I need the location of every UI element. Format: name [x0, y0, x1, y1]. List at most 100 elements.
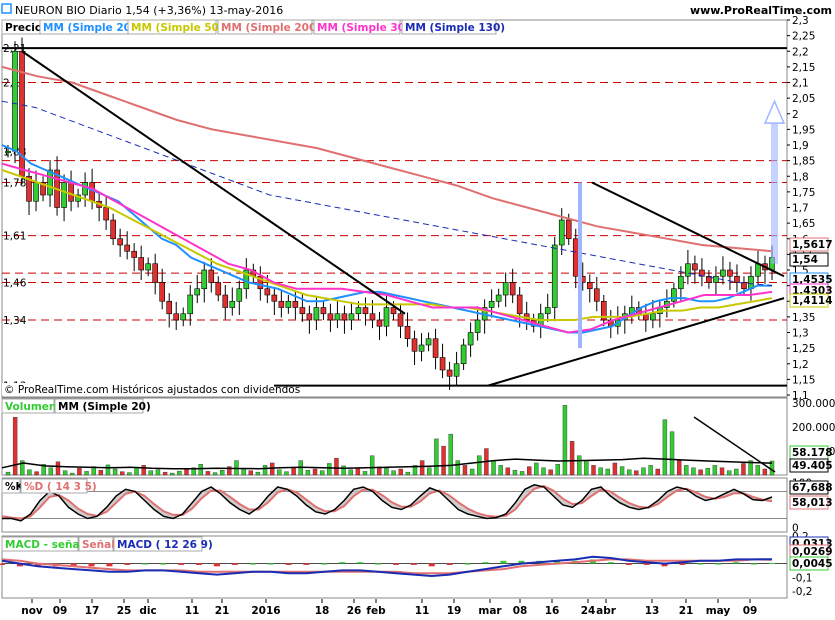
volume-bar: [734, 468, 739, 476]
candle-body: [180, 313, 187, 321]
volume-bar: [198, 463, 203, 476]
volume-bar: [548, 469, 553, 476]
volume-bar: [55, 461, 61, 476]
x-tick-label: dic: [139, 605, 156, 617]
volume-bar: [48, 467, 54, 476]
legend-entry: MACD - señal: [5, 539, 83, 551]
macd-hist-bar: [303, 563, 310, 565]
volume-bar: [162, 471, 168, 476]
macd-hist-bar: [446, 563, 453, 565]
volume-bar: [512, 469, 518, 476]
macd-hist-bar: [231, 563, 238, 565]
macd-hist-bar: [715, 563, 722, 565]
volume-bar: [762, 468, 768, 476]
volume-bar: [398, 468, 403, 476]
volume-bar: [626, 469, 632, 476]
macd-hist-bar: [124, 563, 131, 565]
price-tick-label: 1,65: [792, 218, 815, 230]
chart-canvas: NEURON BIO Diario 1,54 (+3,36%) 13-may-2…: [0, 3, 835, 617]
legend-entry: MACD ( 12 26 9): [117, 539, 213, 551]
macd-hist-bar: [410, 563, 417, 565]
price-tick-label: 1,75: [792, 187, 815, 199]
candle-body: [390, 307, 397, 315]
volume-bar: [755, 465, 760, 476]
macd-hist-bar: [195, 563, 202, 565]
volume-bar: [519, 471, 525, 476]
menu-icon[interactable]: [1, 3, 12, 14]
macd-hist-bar: [106, 563, 113, 567]
candle-body: [755, 263, 761, 277]
volume-bar: [498, 465, 503, 476]
candle-body: [439, 357, 446, 371]
candle-body: [271, 294, 278, 302]
candle-body: [453, 363, 460, 377]
volume-bar: [5, 471, 11, 476]
volume-bar: [441, 445, 446, 476]
price-tick-label: 1,25: [792, 343, 815, 355]
x-tick-label: 08: [513, 605, 528, 617]
candle-body: [713, 275, 719, 283]
volume-bar: [726, 470, 732, 476]
candle-body: [650, 313, 656, 321]
legend-entry: Señal: [82, 539, 115, 551]
volume-bar: [112, 468, 118, 476]
volume-bar: [84, 471, 89, 476]
x-tick-label: 24: [581, 605, 596, 617]
candle-body: [12, 50, 18, 152]
x-tick-label: 09: [743, 605, 758, 617]
volume-bar: [619, 466, 625, 476]
volume-bar: [562, 405, 568, 476]
volume-bar: [120, 471, 125, 476]
volume-bar: [248, 470, 253, 476]
macd-hist-bar: [751, 563, 758, 565]
volume-bar: [355, 467, 361, 476]
price-panel: 2,212,11,881,781,611,461,341,132,32,252,…: [1, 15, 833, 402]
volume-bar: [155, 469, 161, 476]
value-tag: 49.405: [792, 460, 833, 472]
x-tick-label: 25: [117, 605, 132, 617]
price-tick-label: 2,2: [792, 46, 809, 58]
projection-arrow-head: [763, 99, 786, 124]
volume-bar: [27, 469, 32, 476]
volume-bar: [291, 467, 296, 476]
candle-body: [488, 300, 495, 308]
value-tag: 58.178: [792, 447, 833, 459]
series-line-volume-ma20: [1, 457, 773, 470]
volume-bar: [534, 462, 539, 476]
candle-body: [727, 269, 733, 277]
volume-bar: [691, 467, 696, 476]
series-line-ma30: [1, 162, 773, 334]
macd-hist-bar: [464, 563, 471, 565]
candle-body: [425, 338, 432, 346]
volume-bar: [341, 465, 346, 476]
projection-arrow-body: [771, 123, 778, 264]
legend-entry: MM (Simple 200): [221, 22, 321, 34]
candle-body: [229, 300, 236, 308]
price-tick-label: 1,85: [792, 156, 815, 168]
candle-body: [362, 307, 369, 315]
volume-bar: [384, 468, 389, 476]
volume-bar: [98, 469, 104, 476]
candle-body: [418, 344, 425, 352]
candle-body: [194, 288, 201, 296]
volume-bar: [391, 470, 396, 476]
x-tick-label: 13: [645, 605, 660, 617]
candle-body: [446, 369, 453, 377]
candle-body: [544, 307, 551, 315]
volume-bar: [648, 465, 653, 476]
macd-hist-bar: [267, 563, 274, 565]
volume-bar: [434, 438, 439, 476]
value-tag: 1,5617: [792, 239, 833, 251]
value-tag: 1,4114: [792, 295, 833, 307]
price-tick-label: 1,2: [792, 359, 809, 371]
candle-body: [565, 219, 572, 240]
volume-bar: [277, 469, 282, 476]
candle-body: [166, 300, 173, 315]
volume-bar: [455, 460, 461, 476]
macd-hist-bar: [733, 562, 740, 564]
candle-body: [404, 325, 411, 340]
macd-hist-bar: [142, 563, 149, 565]
volume-bar: [141, 465, 146, 476]
legend-entry: MM (Simple 20): [43, 22, 136, 34]
macd-hist-bar: [88, 563, 95, 567]
